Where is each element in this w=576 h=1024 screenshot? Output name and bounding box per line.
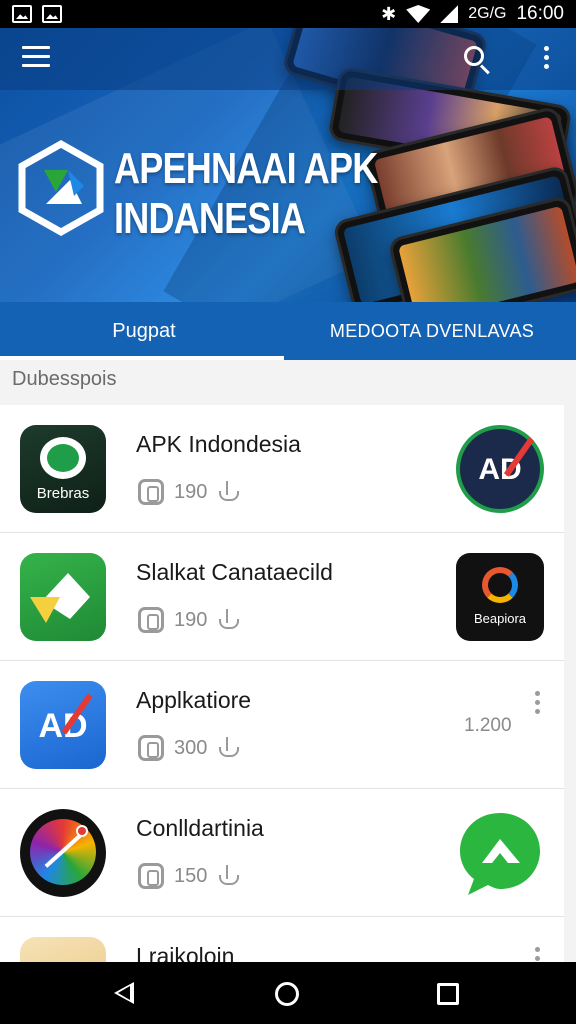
download-icon bbox=[217, 865, 240, 887]
app-toolbar bbox=[0, 28, 576, 90]
system-navigation-bar bbox=[0, 962, 576, 1024]
app-list-item[interactable]: Conlldartinia 150 bbox=[0, 789, 564, 917]
bluetooth-icon: ✱ bbox=[381, 3, 397, 24]
photo-notification-icon bbox=[42, 5, 62, 23]
app-icon: Brebras bbox=[20, 425, 106, 513]
status-left bbox=[12, 5, 62, 23]
more-options-icon[interactable] bbox=[532, 691, 542, 719]
brand-title-line1: APEHNAAI APK bbox=[114, 144, 378, 193]
chat-app-icon bbox=[456, 809, 544, 897]
hamburger-menu-icon[interactable] bbox=[22, 46, 50, 70]
app-title: Slalkat Canataecild bbox=[136, 559, 333, 585]
tab-bar: Pugpat MEDOOTA DVENLAVAS bbox=[0, 302, 576, 360]
app-badge-icon: AD bbox=[456, 425, 544, 513]
section-heading: Dubesspois bbox=[12, 368, 117, 390]
app-badge-label: Beapiora bbox=[473, 611, 527, 626]
wifi-icon bbox=[406, 5, 431, 23]
back-icon[interactable] bbox=[114, 982, 134, 1004]
download-icon bbox=[217, 481, 240, 503]
app-list-item[interactable]: AD Applkatiore 300 1.200 bbox=[0, 661, 564, 789]
arrow-logo-icon bbox=[30, 573, 90, 623]
phone-screen: ✱ 2G/G 16:00 APEHNAAI APK INDANESIA Pugp… bbox=[0, 0, 576, 1024]
app-count: 300 bbox=[174, 736, 208, 759]
recent-apps-icon[interactable] bbox=[437, 983, 459, 1005]
size-icon bbox=[138, 607, 164, 633]
status-bar: ✱ 2G/G 16:00 bbox=[0, 0, 576, 28]
clock: 16:00 bbox=[516, 3, 564, 24]
app-icon bbox=[20, 809, 106, 897]
app-title: Conlldartinia bbox=[136, 815, 264, 841]
signal-icon bbox=[440, 5, 459, 23]
app-list-item[interactable]: Slalkat Canataecild 190 Beapiora bbox=[0, 533, 564, 661]
status-right: ✱ 2G/G 16:00 bbox=[381, 3, 564, 25]
app-badge-icon: Beapiora bbox=[456, 553, 544, 641]
size-icon bbox=[138, 479, 164, 505]
brand-title: APEHNAAI APK INDANESIA bbox=[114, 144, 378, 244]
app-count: 190 bbox=[174, 480, 208, 503]
home-icon[interactable] bbox=[275, 982, 299, 1006]
app-list: Brebras APK Indondesia 190 AD Slalkat Ca bbox=[0, 405, 564, 1024]
app-badge-label: AD bbox=[478, 453, 522, 486]
brand-logo-icon bbox=[18, 140, 104, 236]
size-icon bbox=[138, 863, 164, 889]
app-icon-label: Brebras bbox=[36, 485, 90, 502]
app-meta: 300 bbox=[138, 735, 240, 761]
app-title: APK Indondesia bbox=[136, 431, 301, 457]
brand-title-line2: INDANESIA bbox=[114, 194, 306, 243]
search-icon[interactable] bbox=[462, 44, 494, 76]
more-vert-icon[interactable] bbox=[538, 46, 554, 74]
download-icon bbox=[217, 737, 240, 759]
tab-popular[interactable]: Pugpat bbox=[0, 302, 288, 360]
size-icon bbox=[138, 735, 164, 761]
hero-banner: APEHNAAI APK INDANESIA bbox=[0, 28, 576, 302]
network-type: 2G/G bbox=[468, 5, 507, 22]
app-icon: AD bbox=[20, 681, 106, 769]
app-icon bbox=[20, 553, 106, 641]
app-meta: 150 bbox=[138, 863, 240, 889]
app-meta: 190 bbox=[138, 607, 240, 633]
app-count: 190 bbox=[174, 608, 208, 631]
app-list-item[interactable]: Brebras APK Indondesia 190 AD bbox=[0, 405, 564, 533]
app-stat-value: 1.200 bbox=[464, 715, 512, 736]
gallery-notification-icon bbox=[12, 5, 32, 23]
app-meta: 190 bbox=[138, 479, 240, 505]
app-title: Applkatiore bbox=[136, 687, 252, 713]
tab-most-downloads[interactable]: MEDOOTA DVENLAVAS bbox=[288, 302, 576, 360]
app-count: 150 bbox=[174, 864, 208, 887]
download-icon bbox=[217, 609, 240, 631]
